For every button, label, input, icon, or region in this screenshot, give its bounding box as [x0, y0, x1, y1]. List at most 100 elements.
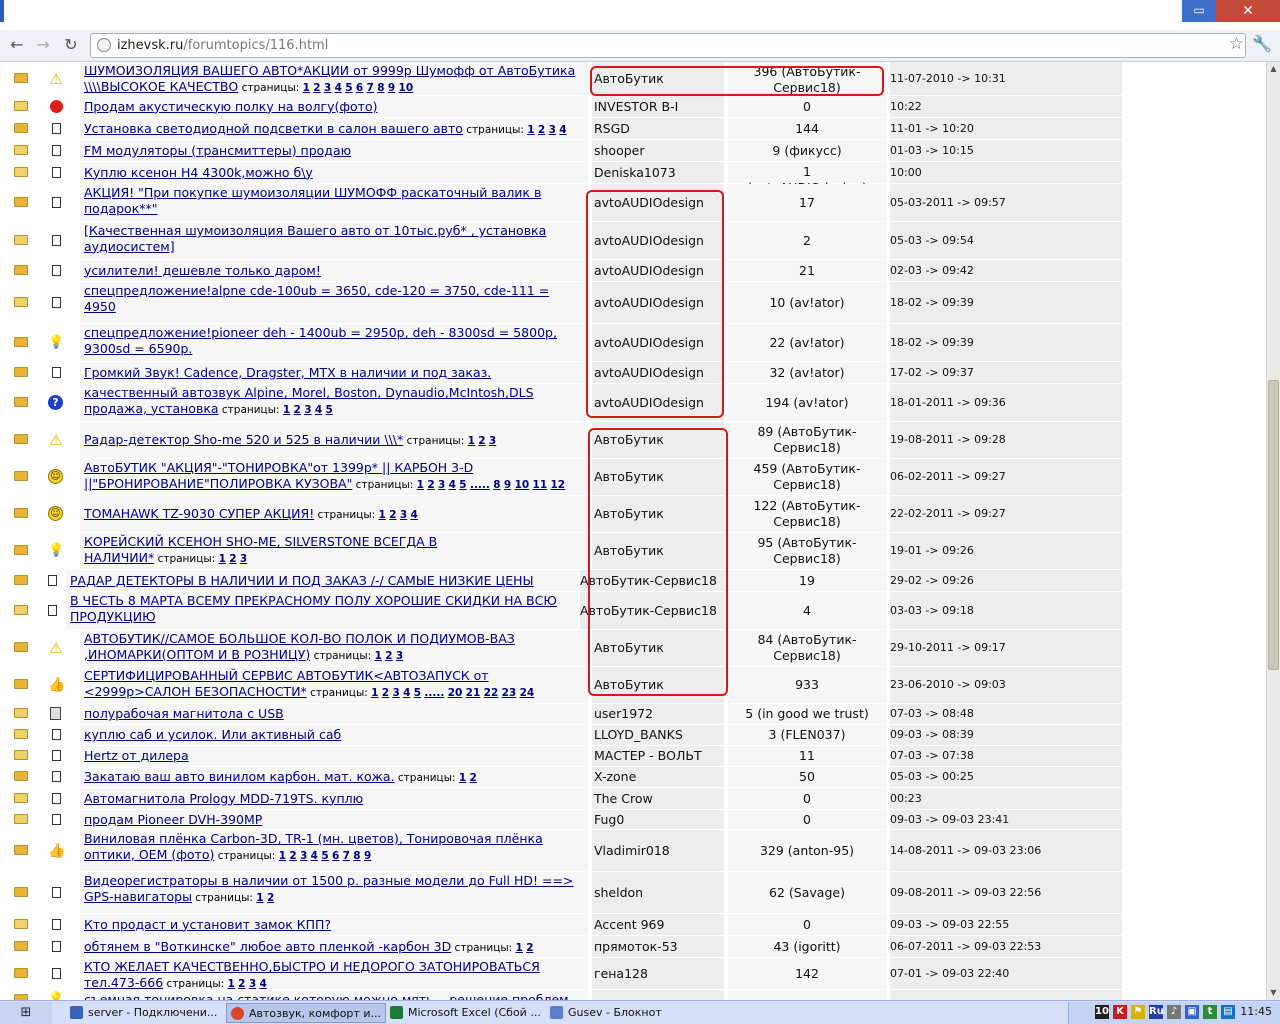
- page-link[interactable]: 7: [367, 82, 374, 94]
- topic-link[interactable]: Закатаю ваш авто винилом карбон. мат. ко…: [84, 769, 395, 784]
- page-link[interactable]: 3: [304, 404, 311, 416]
- topic-link[interactable]: Продам акустическую полку на волгу(фото): [84, 99, 378, 114]
- topic-link[interactable]: Видеорегистраторы в наличии от 1500 р. р…: [84, 873, 573, 888]
- topic-link[interactable]: АКЦИЯ! "При покупке шумоизоляции ШУМОФФ …: [84, 185, 541, 200]
- page-link[interactable]: 2: [267, 892, 274, 904]
- page-link[interactable]: 1: [303, 82, 310, 94]
- page-link[interactable]: 2: [385, 650, 392, 662]
- page-link[interactable]: 2: [294, 404, 301, 416]
- page-link[interactable]: 7: [343, 850, 350, 862]
- page-link[interactable]: 8: [493, 479, 500, 491]
- topic-link[interactable]: аудиосистем]: [84, 239, 175, 254]
- taskbar-task[interactable]: Gusev - Блокнот: [546, 1003, 706, 1023]
- page-link[interactable]: 9: [364, 850, 371, 862]
- page-link[interactable]: 8: [353, 850, 360, 862]
- page-link[interactable]: 1: [468, 435, 475, 447]
- language-indicator[interactable]: Ru: [1149, 1005, 1164, 1019]
- topic-link[interactable]: НАЛИЧИИ*: [84, 550, 154, 565]
- page-link[interactable]: 21: [466, 687, 481, 699]
- topic-link[interactable]: TOMAHAWK TZ-9030 СУПЕР АКЦИЯ!: [84, 506, 314, 521]
- topic-link[interactable]: Куплю ксенон H4 4300k,можно б\у: [84, 165, 313, 180]
- page-link[interactable]: 2: [289, 850, 296, 862]
- topic-link[interactable]: съемная тонировка на статике которую мож…: [84, 992, 569, 1000]
- page-link[interactable]: 1: [283, 404, 290, 416]
- start-button[interactable]: ⊞: [0, 1002, 52, 1024]
- page-link[interactable]: 5: [414, 687, 421, 699]
- page-link[interactable]: 4: [449, 479, 456, 491]
- vertical-scrollbar[interactable]: ▲ ▼: [1266, 62, 1280, 1000]
- page-link[interactable]: 8: [377, 82, 384, 94]
- topic-link[interactable]: спецпредложение!pioneer deh - 1400ub = 2…: [84, 325, 557, 340]
- close-button[interactable]: ✕: [1216, 0, 1280, 22]
- page-link[interactable]: 2: [389, 509, 396, 521]
- topic-link[interactable]: FM модуляторы (трансмиттеры) продаю: [84, 143, 351, 158]
- topic-link[interactable]: Hertz от дилера: [84, 748, 189, 763]
- page-link[interactable]: 2: [427, 479, 434, 491]
- page-link[interactable]: 4: [411, 509, 418, 521]
- page-link[interactable]: 4: [335, 82, 342, 94]
- topic-link[interactable]: обтянем в "Воткинске" любое авто пленкой…: [84, 939, 451, 954]
- topic-link[interactable]: 9300sd = 6590p.: [84, 341, 192, 356]
- page-link[interactable]: 12: [551, 479, 566, 491]
- topic-link[interactable]: оптики, OEM (фото): [84, 847, 214, 862]
- page-link[interactable]: 1: [527, 124, 534, 136]
- page-link[interactable]: 24: [520, 687, 535, 699]
- page-link[interactable]: 4: [315, 404, 322, 416]
- page-link[interactable]: 1: [256, 892, 263, 904]
- topic-link[interactable]: РАДАР ДЕТЕКТОРЫ В НАЛИЧИИ И ПОД ЗАКАЗ /-…: [70, 573, 534, 588]
- page-link[interactable]: 2: [470, 772, 477, 784]
- topic-link[interactable]: полурабочая магнитола с USB: [84, 706, 284, 721]
- topic-link[interactable]: ШУМОИЗОЛЯЦИЯ ВАШЕГО АВТО*АКЦИИ от 9999р …: [84, 63, 575, 78]
- page-link[interactable]: 22: [484, 687, 499, 699]
- scrollbar-thumb[interactable]: [1268, 380, 1279, 670]
- page-link[interactable]: 1: [371, 687, 378, 699]
- topic-link[interactable]: <2999р>САЛОН БЕЗОПАСНОСТИ*: [84, 684, 307, 699]
- topic-link[interactable]: 4950: [84, 299, 116, 314]
- page-link[interactable]: 3: [549, 124, 556, 136]
- topic-link[interactable]: СЕРТИФИЦИРОВАННЫЙ СЕРВИС АВТОБУТИК<АВТОЗ…: [84, 668, 489, 683]
- page-link[interactable]: 2: [478, 435, 485, 447]
- taskbar-task[interactable]: Автозвук, комфорт и...: [226, 1003, 386, 1023]
- page-link[interactable]: 3: [438, 479, 445, 491]
- page-link[interactable]: 1: [279, 850, 286, 862]
- topic-link[interactable]: Радар-детектор Sho-me 520 и 525 в наличи…: [84, 432, 403, 447]
- minimize-button[interactable]: ▭: [1182, 0, 1216, 22]
- topic-link[interactable]: Виниловая плёнка Carbon-3D, TR-1 (мн. цв…: [84, 831, 543, 846]
- topic-link[interactable]: ,ИНОМАРКИ(ОПТОМ И В РОЗНИЦУ): [84, 647, 310, 662]
- page-link[interactable]: 3: [489, 435, 496, 447]
- topic-link[interactable]: продажа, установка: [84, 401, 219, 416]
- tray-network-icon[interactable]: ▣: [1185, 1005, 1199, 1019]
- tray-volume-icon[interactable]: ♪: [1167, 1005, 1181, 1019]
- tray-k-icon[interactable]: K: [1113, 1005, 1127, 1019]
- page-link[interactable]: 3: [240, 553, 247, 565]
- taskbar-task[interactable]: Microsoft Excel (Сбой ...: [386, 1003, 546, 1023]
- page-link[interactable]: 5: [459, 479, 466, 491]
- page-link[interactable]: 2: [538, 124, 545, 136]
- page-link[interactable]: 6: [356, 82, 363, 94]
- back-arrow-icon[interactable]: ←: [6, 34, 28, 56]
- page-link[interactable]: 6: [332, 850, 339, 862]
- scroll-down-icon[interactable]: ▼: [1267, 986, 1280, 1000]
- page-link[interactable]: .....: [424, 687, 444, 699]
- topic-link[interactable]: АВТОБУТИК//САМОЕ БОЛЬШОЕ КОЛ-ВО ПОЛОК И …: [84, 631, 515, 646]
- page-link[interactable]: 4: [259, 978, 266, 990]
- page-link[interactable]: 10: [399, 82, 414, 94]
- topic-link[interactable]: Установка светодиодной подсветки в салон…: [84, 121, 463, 136]
- address-bar[interactable]: izhevsk.ru/forumtopics/116.html: [90, 33, 1246, 58]
- tray-monitor-icon[interactable]: ▤: [1221, 1005, 1235, 1019]
- topic-link[interactable]: КОРЕЙСКИЙ КСЕНОН SHO-ME, SILVERSTONE ВСЕ…: [84, 534, 437, 549]
- page-link[interactable]: 3: [400, 509, 407, 521]
- topic-link[interactable]: тел.473-666: [84, 975, 163, 990]
- topic-link[interactable]: усилители! дешевле только даром!: [84, 263, 321, 278]
- topic-link[interactable]: Громкий Звук! Cadence, Dragster, MTX в н…: [84, 365, 491, 380]
- page-link[interactable]: 3: [392, 687, 399, 699]
- topic-link[interactable]: \\\\ВЫСОКОЕ КАЧЕСТВО: [84, 79, 238, 94]
- topic-link[interactable]: Автомагнитола Prology MDD-719TS. куплю: [84, 791, 363, 806]
- page-link[interactable]: 2: [238, 978, 245, 990]
- page-link[interactable]: 2: [229, 553, 236, 565]
- tray-app-icon[interactable]: t: [1203, 1005, 1217, 1019]
- page-link[interactable]: 1: [417, 479, 424, 491]
- wrench-icon[interactable]: 🔧: [1252, 34, 1272, 53]
- page-link[interactable]: 1: [379, 509, 386, 521]
- topic-link[interactable]: В ЧЕСТЬ 8 МАРТА ВСЕМУ ПРЕКРАСНОМУ ПОЛУ Х…: [70, 593, 557, 608]
